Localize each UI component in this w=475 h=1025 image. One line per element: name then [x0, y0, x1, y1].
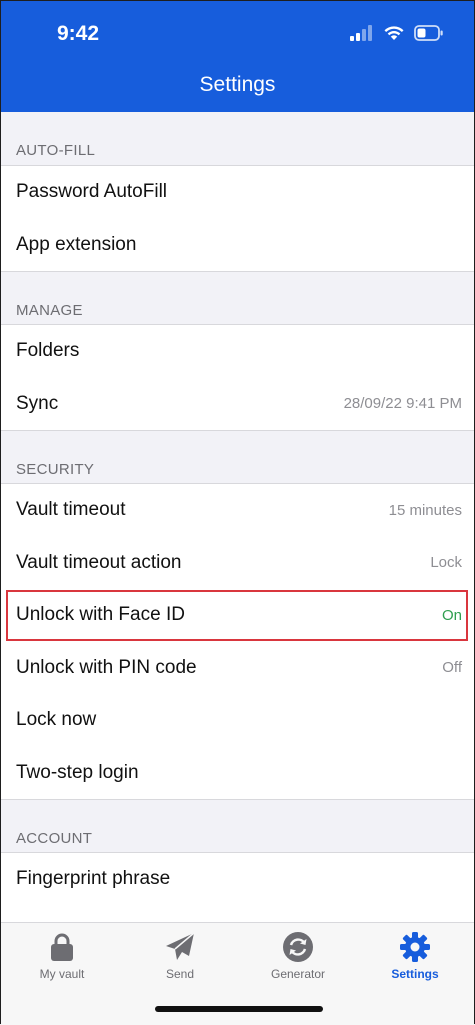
vault-timeout-value: 15 minutes	[388, 501, 462, 519]
section-header-account: ACCOUNT	[1, 799, 474, 853]
row-sync[interactable]: Sync 28/09/22 9:41 PM	[1, 378, 474, 431]
row-label: Vault timeout action	[16, 551, 182, 573]
row-app-extension[interactable]: App extension	[1, 219, 474, 272]
section-account: Fingerprint phrase	[1, 853, 474, 922]
gear-icon	[400, 932, 430, 962]
row-label: Lock now	[16, 709, 97, 731]
row-label: Sync	[16, 392, 59, 414]
tab-label: My vault	[39, 967, 85, 981]
lock-icon	[51, 933, 73, 961]
row-label: Vault timeout	[16, 499, 126, 521]
tab-my-vault[interactable]: My vault	[3, 923, 121, 993]
pin-status: Off	[442, 659, 462, 677]
row-label: App extension	[16, 233, 137, 255]
row-unlock-face-id[interactable]: Unlock with Face ID On	[1, 589, 474, 642]
row-vault-timeout-action[interactable]: Vault timeout action Lock	[1, 537, 474, 590]
status-icons	[350, 23, 444, 43]
row-label: Password AutoFill	[16, 181, 168, 203]
section-header-security: SECURITY	[1, 430, 474, 484]
row-label: Two-step login	[16, 761, 139, 783]
row-next-partial[interactable]	[1, 906, 474, 923]
row-unlock-pin[interactable]: Unlock with PIN code Off	[1, 642, 474, 695]
tab-label: Generator	[270, 967, 326, 981]
battery-icon	[414, 25, 443, 41]
section-security: Vault timeout 15 minutes Vault timeout a…	[1, 484, 474, 799]
section-header-autofill: AUTO-FILL	[1, 112, 474, 166]
paper-plane-icon	[166, 932, 195, 960]
row-fingerprint-phrase[interactable]: Fingerprint phrase	[1, 853, 474, 906]
vault-timeout-action-value: Lock	[430, 554, 462, 572]
row-vault-timeout[interactable]: Vault timeout 15 minutes	[1, 484, 474, 537]
face-id-status: On	[441, 606, 462, 624]
refresh-icon	[283, 932, 313, 962]
section-manage: Folders Sync 28/09/22 9:41 PM	[1, 325, 474, 430]
row-label: Unlock with PIN code	[16, 656, 197, 678]
tab-send[interactable]: Send	[121, 923, 239, 993]
row-two-step-login[interactable]: Two-step login	[1, 747, 474, 800]
row-label: Fingerprint phrase	[16, 868, 171, 890]
section-header-manage: MANAGE	[1, 271, 474, 325]
row-lock-now[interactable]: Lock now	[1, 694, 474, 747]
tab-label: Send	[165, 967, 195, 981]
row-folders[interactable]: Folders	[1, 325, 474, 378]
wifi-icon	[384, 26, 404, 40]
page-title: Settings	[199, 73, 276, 96]
row-password-autofill[interactable]: Password AutoFill	[1, 166, 474, 219]
row-label: Unlock with Face ID	[16, 604, 185, 626]
home-indicator[interactable]	[155, 1006, 323, 1012]
section-autofill: Password AutoFill App extension	[1, 166, 474, 271]
app-header: 9:42 Settings	[1, 1, 474, 112]
settings-list[interactable]: AUTO-FILL Password AutoFill App extensio…	[1, 112, 474, 922]
sync-timestamp: 28/09/22 9:41 PM	[343, 395, 462, 413]
tab-generator[interactable]: Generator	[239, 923, 357, 993]
row-label: Folders	[16, 340, 80, 362]
status-time: 9:42	[57, 22, 100, 45]
tab-label: Settings	[391, 967, 439, 981]
cellular-signal-icon	[350, 25, 372, 41]
tab-settings[interactable]: Settings	[356, 923, 474, 993]
